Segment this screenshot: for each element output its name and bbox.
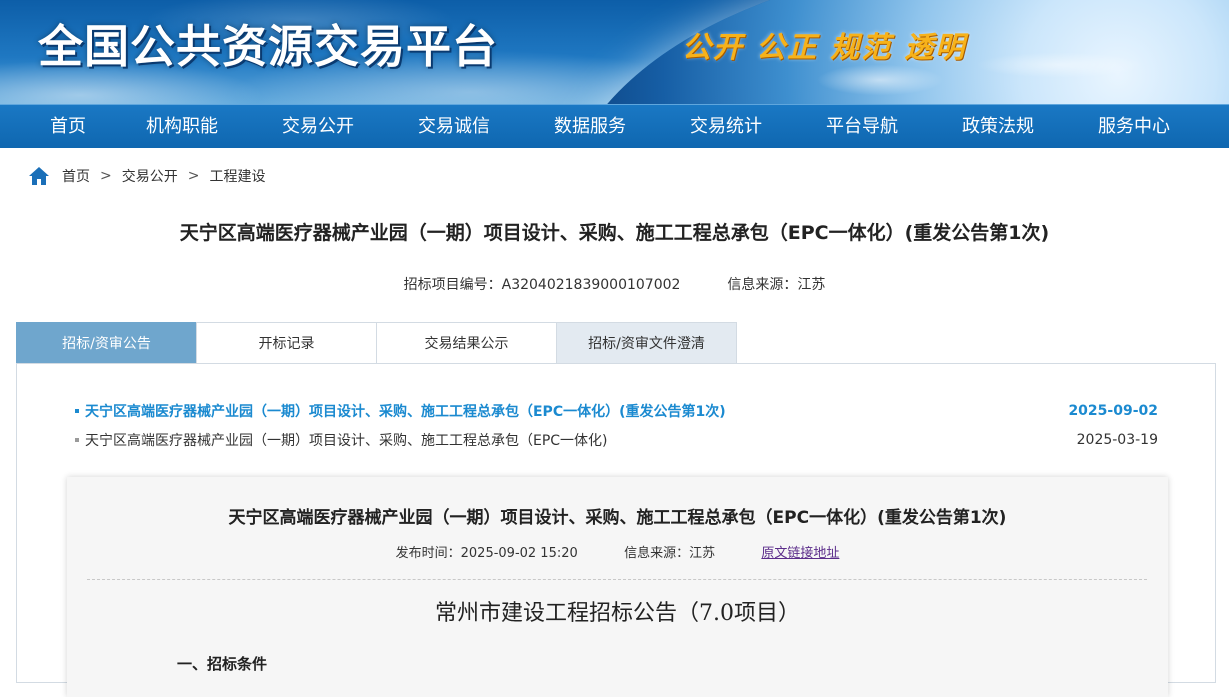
site-title: 全国公共资源交易平台 bbox=[38, 20, 499, 73]
publish-time: 2025-09-02 15:20 bbox=[460, 546, 578, 561]
tab-file-clarification[interactable]: 招标/资审文件澄清 bbox=[556, 322, 737, 364]
bullet-icon bbox=[75, 409, 79, 413]
original-link[interactable]: 原文链接地址 bbox=[761, 546, 839, 561]
announcement-title[interactable]: 天宁区高端医疗器械产业园（一期）项目设计、采购、施工工程总承包（EPC一体化) bbox=[85, 430, 1077, 450]
breadcrumb-separator: > bbox=[100, 168, 112, 184]
nav-item-integrity[interactable]: 交易诚信 bbox=[386, 105, 522, 148]
nav-item-navigation[interactable]: 平台导航 bbox=[794, 105, 930, 148]
nav-item-service[interactable]: 服务中心 bbox=[1066, 105, 1202, 148]
announcement-item[interactable]: 天宁区高端医疗器械产业园（一期）项目设计、采购、施工工程总承包（EPC一体化) … bbox=[75, 429, 1158, 451]
tab-result-publicity[interactable]: 交易结果公示 bbox=[376, 322, 557, 364]
breadcrumb-home[interactable]: 首页 bbox=[62, 166, 90, 186]
document-meta: 发布时间：2025-09-02 15:20 信息来源：江苏 原文链接地址 bbox=[67, 542, 1168, 561]
document-heading: 常州市建设工程招标公告（7.0项目） bbox=[435, 601, 800, 626]
project-source: 江苏 bbox=[797, 277, 826, 293]
project-source-label: 信息来源： bbox=[727, 277, 798, 293]
nav-item-statistics[interactable]: 交易统计 bbox=[658, 105, 794, 148]
breadcrumb-transaction[interactable]: 交易公开 bbox=[122, 166, 178, 186]
document-title: 天宁区高端医疗器械产业园（一期）项目设计、采购、施工工程总承包（EPC一体化）(… bbox=[228, 508, 1007, 528]
project-code-label: 招标项目编号： bbox=[403, 277, 502, 293]
nav-item-transaction[interactable]: 交易公开 bbox=[250, 105, 386, 148]
publish-time-label: 发布时间： bbox=[395, 546, 461, 561]
announcement-item[interactable]: 天宁区高端医疗器械产业园（一期）项目设计、采购、施工工程总承包（EPC一体化）(… bbox=[75, 400, 1158, 422]
breadcrumb: 首页 > 交易公开 > 工程建设 bbox=[28, 164, 265, 188]
tab-tender-notice[interactable]: 招标/资审公告 bbox=[16, 322, 197, 364]
tab-bar: 招标/资审公告 开标记录 交易结果公示 招标/资审文件澄清 bbox=[16, 322, 737, 364]
announcement-title[interactable]: 天宁区高端医疗器械产业园（一期）项目设计、采购、施工工程总承包（EPC一体化）(… bbox=[85, 401, 1068, 421]
document-source: 江苏 bbox=[689, 546, 716, 561]
breadcrumb-separator: > bbox=[187, 168, 200, 184]
nav-item-policy[interactable]: 政策法规 bbox=[930, 105, 1066, 148]
main-nav: 首页 机构职能 交易公开 交易诚信 数据服务 交易统计 平台导航 政策法规 服务… bbox=[0, 104, 1229, 148]
document-divider bbox=[87, 579, 1147, 580]
site-banner: 全国公共资源交易平台 公开 公正 规范 透明 bbox=[0, 0, 1229, 104]
tab-bid-opening[interactable]: 开标记录 bbox=[196, 322, 377, 364]
announcement-date: 2025-09-02 bbox=[1068, 403, 1158, 419]
site-slogan: 公开 公正 规范 透明 bbox=[682, 30, 967, 64]
content-panel: 天宁区高端医疗器械产业园（一期）项目设计、采购、施工工程总承包（EPC一体化）(… bbox=[16, 363, 1216, 697]
home-icon[interactable] bbox=[28, 166, 50, 186]
bullet-icon bbox=[75, 438, 79, 442]
document-source-label: 信息来源： bbox=[624, 546, 690, 561]
nav-item-data[interactable]: 数据服务 bbox=[522, 105, 658, 148]
document-card: 天宁区高端医疗器械产业园（一期）项目设计、采购、施工工程总承包（EPC一体化）(… bbox=[67, 477, 1168, 697]
project-code: A3204021839000107002 bbox=[501, 277, 681, 293]
project-title: 天宁区高端医疗器械产业园（一期）项目设计、采购、施工工程总承包（EPC一体化）(… bbox=[179, 222, 1050, 244]
project-meta: 招标项目编号：A3204021839000107002 信息来源：江苏 bbox=[0, 274, 1229, 294]
announcement-date: 2025-03-19 bbox=[1076, 432, 1158, 448]
breadcrumb-engineering[interactable]: 工程建设 bbox=[209, 166, 265, 186]
nav-item-agency[interactable]: 机构职能 bbox=[114, 105, 250, 148]
